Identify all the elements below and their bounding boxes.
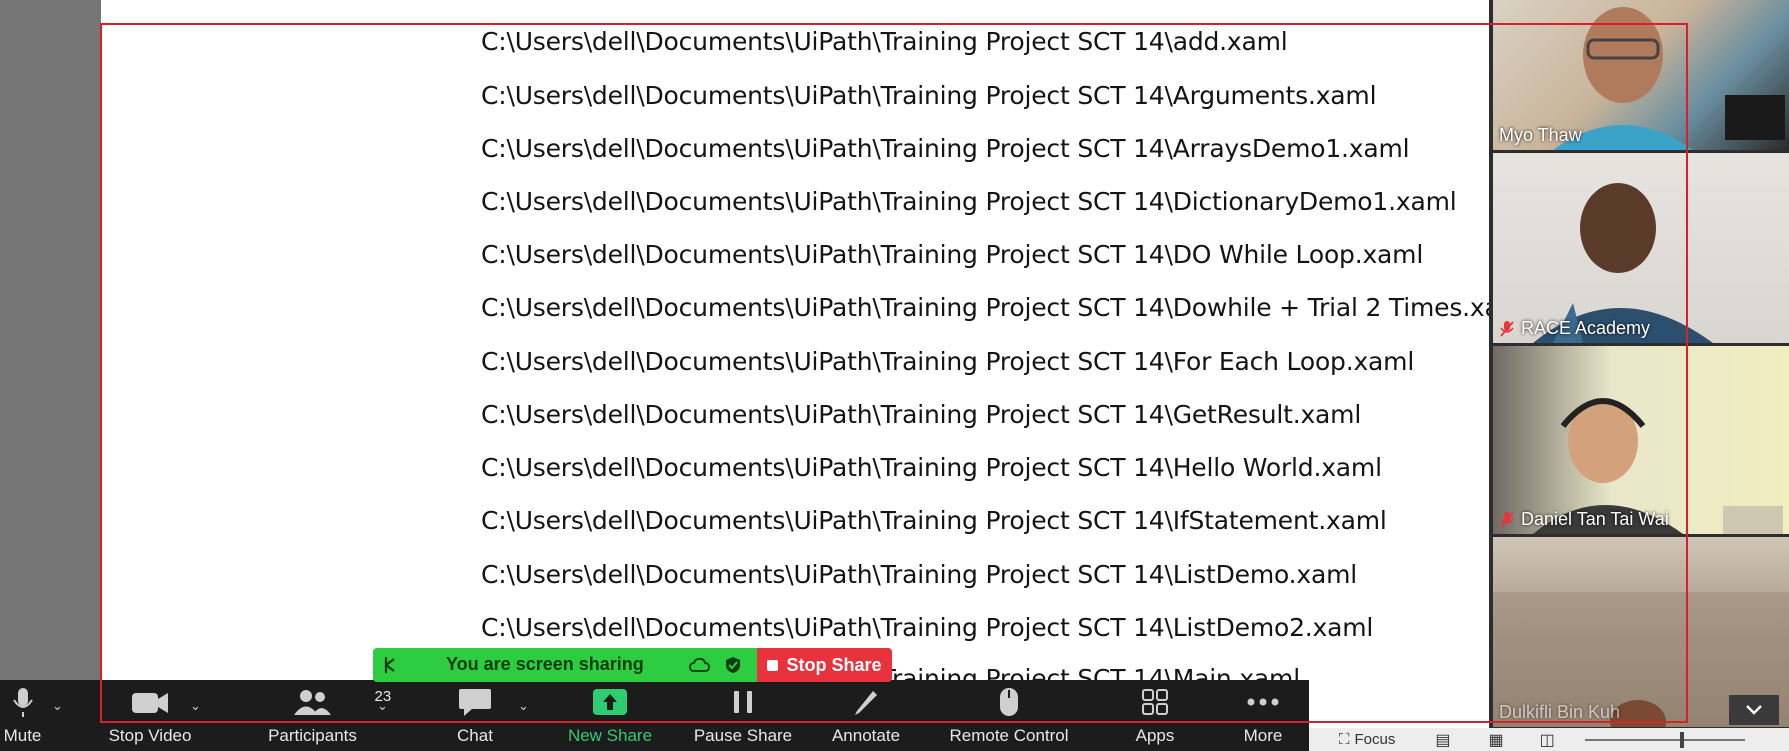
read-mode-icon[interactable]: ▤ — [1435, 730, 1450, 750]
file-path-line: C:\Users\dell\Documents\UiPath\Training … — [481, 453, 1382, 482]
file-path-line: C:\Users\dell\Documents\UiPath\Training … — [481, 293, 1531, 322]
pause-share-button[interactable]: Pause Share — [690, 680, 796, 751]
screen-sharing-banner[interactable]: You are screen sharing Stop Share — [373, 648, 892, 682]
cloud-icon — [689, 657, 710, 672]
participant-name: Daniel Tan Tai Wai — [1499, 509, 1669, 530]
stop-share-button[interactable]: Stop Share — [757, 648, 892, 682]
stop-video-button[interactable]: Stop Video — [95, 680, 205, 751]
video-tile[interactable]: Dulkifli Bin Kuh — [1493, 537, 1789, 727]
focus-icon[interactable]: ⛶ — [1339, 731, 1350, 748]
left-margin-area — [0, 0, 101, 751]
participant-video — [1533, 183, 1713, 343]
sharing-status-bar[interactable]: You are screen sharing — [373, 648, 757, 682]
chevron-down-icon — [1746, 705, 1762, 715]
zoom-slider[interactable] — [1584, 731, 1745, 748]
chat-button[interactable]: Chat — [440, 680, 510, 751]
video-tile[interactable]: RACE Academy — [1493, 153, 1789, 343]
file-path-line: C:\Users\dell\Documents\UiPath\Training … — [481, 187, 1457, 216]
file-path-line: C:\Users\dell\Documents\UiPath\Training … — [481, 613, 1374, 642]
file-path-line: C:\Users\dell\Documents\UiPath\Training … — [481, 560, 1357, 589]
participant-name: Dulkifli Bin Kuh — [1499, 702, 1621, 722]
annotate-button[interactable]: Annotate — [820, 680, 912, 751]
video-camera-icon — [132, 693, 168, 713]
zoom-slider-thumb[interactable] — [1679, 731, 1684, 748]
participant-name: Myo Thaw — [1499, 125, 1582, 145]
mic-muted-icon — [1500, 511, 1514, 528]
web-layout-icon[interactable]: ◫ — [1540, 730, 1555, 750]
participant-name: RACE Academy — [1499, 318, 1650, 339]
scroll-down-button[interactable] — [1729, 695, 1779, 725]
focus-mode-button[interactable]: Focus — [1355, 731, 1396, 748]
more-dots-icon — [1247, 698, 1279, 706]
video-tile[interactable]: Myo Thaw — [1493, 0, 1789, 150]
share-screen-icon — [593, 689, 627, 715]
drag-handle-icon[interactable] — [382, 655, 398, 675]
microphone-icon — [12, 688, 33, 717]
chat-icon — [459, 689, 491, 716]
more-button[interactable]: More — [1235, 680, 1291, 751]
participants-button[interactable]: 23 Participants — [255, 680, 391, 751]
mic-muted-icon — [1500, 320, 1514, 337]
shared-document: C:\Users\dell\Documents\UiPath\Training … — [101, 0, 1531, 751]
mute-button[interactable]: Mute — [0, 680, 45, 751]
participant-video-panel: Myo Thaw RACE Academy Daniel Tan Tai Wai… — [1489, 0, 1789, 751]
file-path-line: C:\Users\dell\Documents\UiPath\Training … — [481, 134, 1410, 163]
file-path-line: C:\Users\dell\Documents\UiPath\Training … — [481, 27, 1288, 56]
pause-icon — [734, 691, 752, 713]
participants-options-caret[interactable]: ⌄ — [377, 698, 388, 714]
mouse-icon — [1000, 688, 1018, 716]
meeting-toolbar: Mute ⌄ Stop Video ⌄ 23 Participants ⌄ Ch… — [0, 680, 1309, 751]
sharing-status-text: You are screen sharing — [446, 654, 644, 674]
apps-button[interactable]: Apps — [1125, 680, 1185, 751]
participant-video — [1533, 398, 1783, 534]
shield-check-icon — [726, 657, 740, 673]
file-path-line: C:\Users\dell\Documents\UiPath\Training … — [481, 81, 1377, 110]
new-share-button[interactable]: New Share — [560, 680, 660, 751]
chat-options-caret[interactable]: ⌄ — [518, 698, 529, 714]
stop-square-icon — [767, 659, 779, 671]
video-tile[interactable]: Daniel Tan Tai Wai — [1493, 346, 1789, 534]
audio-options-caret[interactable]: ⌄ — [52, 698, 63, 714]
remote-control-button[interactable]: Remote Control — [938, 680, 1080, 751]
apps-icon — [1142, 689, 1168, 715]
file-path-line: C:\Users\dell\Documents\UiPath\Training … — [481, 506, 1387, 535]
print-layout-icon[interactable]: ▦ — [1489, 730, 1504, 750]
pencil-icon — [855, 691, 877, 715]
host-status-bar: ⛶ Focus ▤ ▦ ◫ — [1309, 728, 1789, 751]
file-path-line: C:\Users\dell\Documents\UiPath\Training … — [481, 240, 1424, 269]
file-path-line: C:\Users\dell\Documents\UiPath\Training … — [481, 347, 1415, 376]
file-path-line: C:\Users\dell\Documents\UiPath\Training … — [481, 400, 1362, 429]
video-options-caret[interactable]: ⌄ — [190, 698, 201, 714]
participants-icon — [293, 690, 331, 715]
